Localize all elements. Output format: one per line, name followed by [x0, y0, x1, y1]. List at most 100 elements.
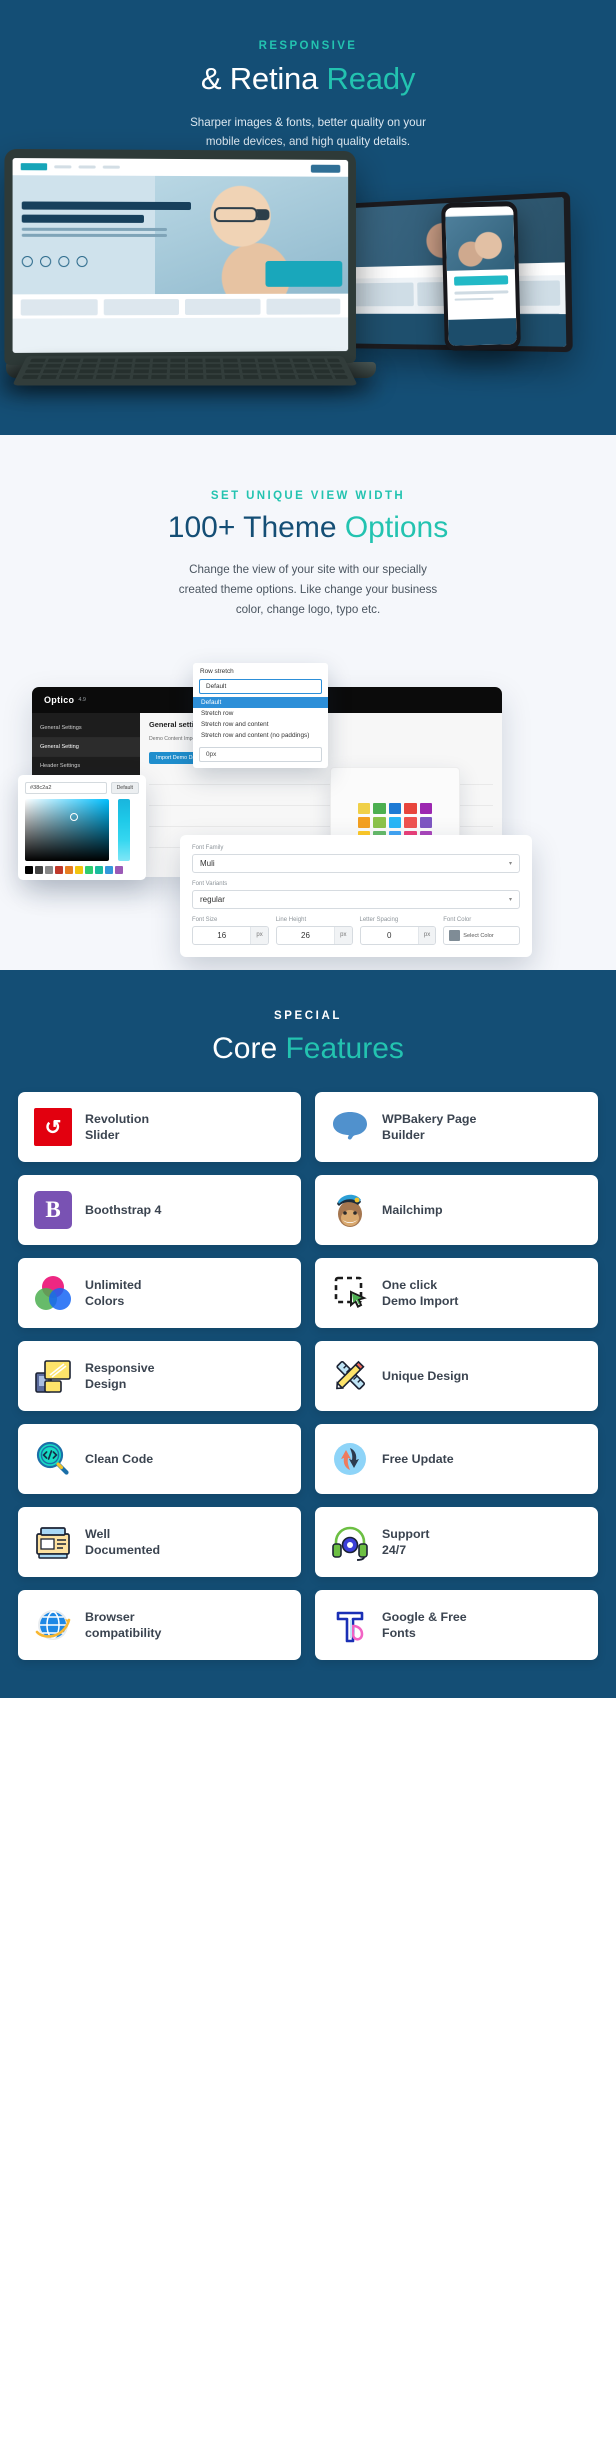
- feature-label-unlimited-colors: Unlimited Colors: [85, 1277, 141, 1310]
- line-height-label: Line Height: [275, 917, 307, 923]
- font-size-input[interactable]: 16 px: [192, 926, 269, 945]
- row-stretch-select[interactable]: Default: [199, 679, 322, 694]
- theme-sub-line2: created theme options. Like change your …: [178, 582, 438, 596]
- feature-label-bootstrap: Boothstrap 4: [85, 1202, 162, 1217]
- row-padding-input[interactable]: 0px: [199, 747, 322, 762]
- retina-title: & Retina Ready: [0, 61, 616, 97]
- phone-text-lines: [447, 284, 516, 311]
- row-stretch-option-stretch-row[interactable]: Stretch row: [193, 708, 328, 719]
- feature-line1: Unlimited: [85, 1277, 142, 1292]
- feature-card-support[interactable]: Support 24/7: [315, 1507, 598, 1577]
- phone-mockup: [441, 201, 521, 351]
- row-stretch-option-stretch-row-content[interactable]: Stretch row and content: [193, 719, 328, 730]
- feature-card-responsive-design[interactable]: Responsive Design: [18, 1341, 301, 1411]
- feature-card-clean-code[interactable]: Clean Code: [18, 1424, 301, 1494]
- admin-version: 4.9: [78, 697, 86, 703]
- row-stretch-dropdown[interactable]: Row stretch Default Default Stretch row …: [193, 663, 328, 768]
- font-variants-label: Font Variants: [192, 881, 228, 887]
- feature-card-unlimited-colors[interactable]: Unlimited Colors: [18, 1258, 301, 1328]
- feature-card-google-fonts[interactable]: Google & Free Fonts: [315, 1590, 598, 1660]
- feature-line2: Colors: [85, 1294, 125, 1308]
- feature-label-mailchimp: Mailchimp: [382, 1202, 443, 1217]
- font-variants-select[interactable]: regular ▾: [192, 890, 520, 909]
- support-icon: [331, 1523, 369, 1561]
- sidebar-item-header-settings[interactable]: Header Settings: [32, 757, 140, 776]
- core-eyebrow: SPECIAL: [273, 1010, 343, 1022]
- chevron-down-icon-2: ▾: [508, 897, 512, 903]
- color-knob[interactable]: [69, 812, 78, 821]
- hue-slider[interactable]: [118, 799, 131, 861]
- retina-subtitle: Sharper images & fonts, better quality o…: [143, 114, 473, 152]
- core-title: Core Features: [0, 1032, 616, 1066]
- clean-code-icon: [34, 1440, 72, 1478]
- letter-spacing-label: Letter Spacing: [359, 917, 399, 923]
- feature-card-grid: ↺ Revolution Slider WPBakery Page Builde…: [0, 1092, 616, 1660]
- admin-brand: Optico: [44, 695, 75, 705]
- feature-line1: Browser: [85, 1609, 135, 1624]
- typography-numeric-row: Font Size 16 px Line Height 26 px Letter…: [192, 917, 520, 945]
- device-mockup-group: [0, 148, 616, 435]
- feature-card-revolution-slider[interactable]: ↺ Revolution Slider: [18, 1092, 301, 1162]
- responsive-design-icon: [34, 1357, 72, 1395]
- laptop-keyboard: [12, 355, 358, 386]
- laptop-mockup: [4, 148, 376, 386]
- feature-label-browser-compatibility: Browser compatibility: [85, 1609, 161, 1642]
- unique-design-icon: [331, 1357, 369, 1395]
- feature-card-mailchimp[interactable]: Mailchimp: [315, 1175, 598, 1245]
- feature-card-wpbakery[interactable]: WPBakery Page Builder: [315, 1092, 598, 1162]
- sidebar-item-general-settings[interactable]: General Settings: [32, 719, 140, 738]
- font-color-select-button[interactable]: Select Color: [443, 926, 520, 945]
- feature-card-free-update[interactable]: Free Update: [315, 1424, 598, 1494]
- laptop-lid: [4, 148, 356, 366]
- color-default-button[interactable]: Default: [110, 782, 139, 794]
- laptop-hero-headline: [21, 201, 191, 240]
- feature-label-responsive-design: Responsive Design: [85, 1360, 155, 1393]
- feature-line1: WPBakery Page: [382, 1111, 477, 1126]
- theme-options-mockup: Optico 4.9 General Settings General Sett…: [0, 663, 616, 970]
- feature-label-revolution-slider: Revolution Slider: [85, 1111, 149, 1144]
- feature-line1: Google & Free: [382, 1609, 467, 1624]
- color-swatch-icon: [449, 930, 461, 941]
- letter-spacing-input[interactable]: 0 px: [359, 926, 437, 945]
- feature-card-browser-compatibility[interactable]: Browser compatibility: [18, 1590, 301, 1660]
- feature-line2: Builder: [382, 1128, 425, 1142]
- demo-import-icon: [331, 1274, 369, 1312]
- letter-spacing-value: 0: [386, 931, 392, 940]
- font-family-select[interactable]: Muli ▾: [192, 854, 520, 873]
- chevron-down-icon: ▾: [508, 861, 512, 867]
- row-stretch-options[interactable]: Default Stretch row Stretch row and cont…: [193, 697, 328, 741]
- font-size-value: 16: [217, 931, 227, 940]
- feature-label-google-fonts: Google & Free Fonts: [382, 1609, 467, 1642]
- sidebar-item-general-setting[interactable]: General Setting: [32, 738, 140, 757]
- laptop-hero-icons: [21, 255, 88, 268]
- feature-label-unique-design: Unique Design: [382, 1368, 469, 1383]
- row-stretch-option-stretch-row-content-nopad[interactable]: Stretch row and content (no paddings): [193, 730, 328, 741]
- color-picker-panel[interactable]: #38c2a2 Default: [18, 775, 146, 880]
- feature-label-clean-code: Clean Code: [85, 1451, 154, 1466]
- row-stretch-option-default[interactable]: Default: [193, 697, 328, 708]
- phone-footer: [448, 318, 517, 346]
- color-hex-input[interactable]: #38c2a2: [25, 782, 107, 794]
- feature-card-documentation[interactable]: Well Documented: [18, 1507, 301, 1577]
- line-height-cell: Line Height 26 px: [275, 917, 353, 945]
- typography-panel[interactable]: Font Family Muli ▾ Font Variants regular…: [180, 835, 532, 957]
- line-height-input[interactable]: 26 px: [275, 926, 353, 945]
- feature-line1: Well: [85, 1526, 111, 1541]
- laptop-nav-cta: [310, 164, 341, 173]
- phone-screen: [445, 206, 517, 346]
- laptop-site-logo: [20, 163, 48, 171]
- saturation-value-field[interactable]: [25, 799, 109, 861]
- feature-label-demo-import: One click Demo Import: [382, 1277, 458, 1310]
- feature-line1: Revolution: [85, 1111, 150, 1126]
- feature-label-support: Support 24/7: [382, 1526, 430, 1559]
- feature-card-unique-design[interactable]: Unique Design: [315, 1341, 598, 1411]
- feature-line2: Slider: [85, 1128, 120, 1142]
- font-size-cell: Font Size 16 px: [192, 917, 269, 945]
- color-swatches[interactable]: [25, 866, 139, 874]
- color-picker-top: #38c2a2 Default: [25, 782, 139, 794]
- phone-hero: [445, 215, 515, 271]
- feature-card-bootstrap[interactable]: B Boothstrap 4: [18, 1175, 301, 1245]
- revolution-slider-icon: ↺: [34, 1108, 72, 1146]
- letter-spacing-unit: px: [417, 927, 436, 944]
- feature-card-demo-import[interactable]: One click Demo Import: [315, 1258, 598, 1328]
